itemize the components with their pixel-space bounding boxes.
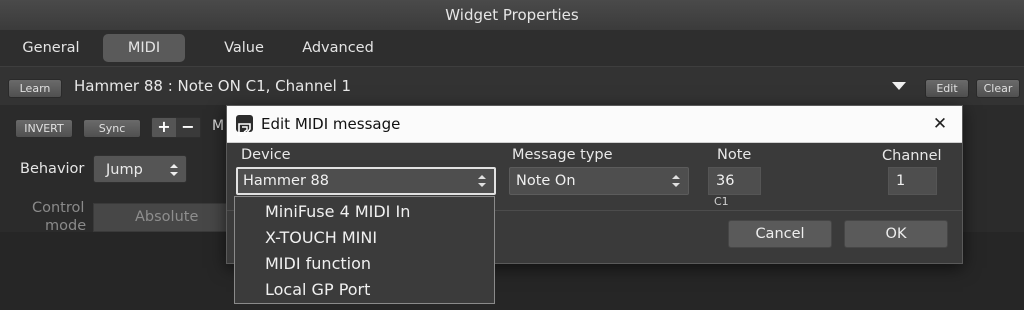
tab-general[interactable]: General bbox=[10, 34, 92, 62]
behavior-select[interactable]: Jump bbox=[93, 155, 187, 183]
tab-bar: General MIDI Value Advanced bbox=[0, 30, 1024, 66]
minus-icon[interactable]: − bbox=[176, 118, 200, 137]
plus-icon[interactable]: + bbox=[152, 118, 176, 137]
learn-button[interactable]: Learn bbox=[8, 79, 62, 98]
message-type-value: Note On bbox=[516, 173, 576, 189]
ok-button[interactable]: OK bbox=[844, 220, 948, 248]
note-label: Note bbox=[717, 147, 752, 163]
dialog-titlebar: Edit MIDI message ✕ bbox=[227, 106, 962, 143]
device-option[interactable]: MiniFuse 4 MIDI In bbox=[265, 202, 410, 221]
control-mode-field[interactable]: Absolute bbox=[93, 203, 241, 232]
device-label: Device bbox=[241, 147, 291, 163]
cancel-button[interactable]: Cancel bbox=[728, 220, 832, 248]
device-option[interactable]: X-TOUCH MINI bbox=[265, 228, 377, 247]
message-type-label: Message type bbox=[512, 147, 613, 163]
tab-midi[interactable]: MIDI bbox=[103, 34, 185, 62]
updown-icon bbox=[672, 175, 680, 187]
note-name: C1 bbox=[714, 195, 729, 208]
note-field[interactable]: 36 bbox=[708, 167, 761, 195]
plus-minus-toggle[interactable]: + − bbox=[151, 117, 201, 138]
updown-icon bbox=[170, 164, 178, 176]
message-type-select[interactable]: Note On bbox=[509, 167, 689, 195]
control-mode-label-line1: Control bbox=[32, 200, 85, 216]
device-select[interactable]: Hammer 88 bbox=[236, 167, 496, 195]
midi-binding-text: Hammer 88 : Note ON C1, Channel 1 bbox=[74, 77, 352, 95]
window-title: Widget Properties bbox=[0, 0, 1024, 31]
updown-icon bbox=[478, 175, 486, 187]
device-option[interactable]: Local GP Port bbox=[265, 280, 370, 299]
behavior-value: Jump bbox=[106, 162, 143, 178]
app-logo-icon bbox=[236, 115, 253, 136]
partial-label: M bbox=[212, 118, 225, 134]
clear-button[interactable]: Clear bbox=[976, 79, 1020, 98]
device-value: Hammer 88 bbox=[243, 173, 329, 189]
close-icon[interactable]: ✕ bbox=[928, 106, 952, 142]
channel-field[interactable]: 1 bbox=[888, 167, 937, 195]
dialog-title: Edit MIDI message bbox=[261, 115, 401, 133]
sync-button[interactable]: Sync bbox=[83, 119, 141, 138]
behavior-label: Behavior bbox=[20, 161, 85, 177]
device-option[interactable]: MIDI function bbox=[265, 254, 371, 273]
device-dropdown-list: MiniFuse 4 MIDI In X-TOUCH MINI MIDI fun… bbox=[234, 196, 495, 304]
binding-dropdown-icon[interactable] bbox=[892, 82, 906, 90]
tab-value[interactable]: Value bbox=[205, 34, 283, 62]
edit-button[interactable]: Edit bbox=[925, 79, 969, 98]
channel-label: Channel bbox=[882, 148, 942, 164]
tab-advanced[interactable]: Advanced bbox=[293, 34, 383, 62]
invert-button[interactable]: INVERT bbox=[15, 119, 73, 138]
